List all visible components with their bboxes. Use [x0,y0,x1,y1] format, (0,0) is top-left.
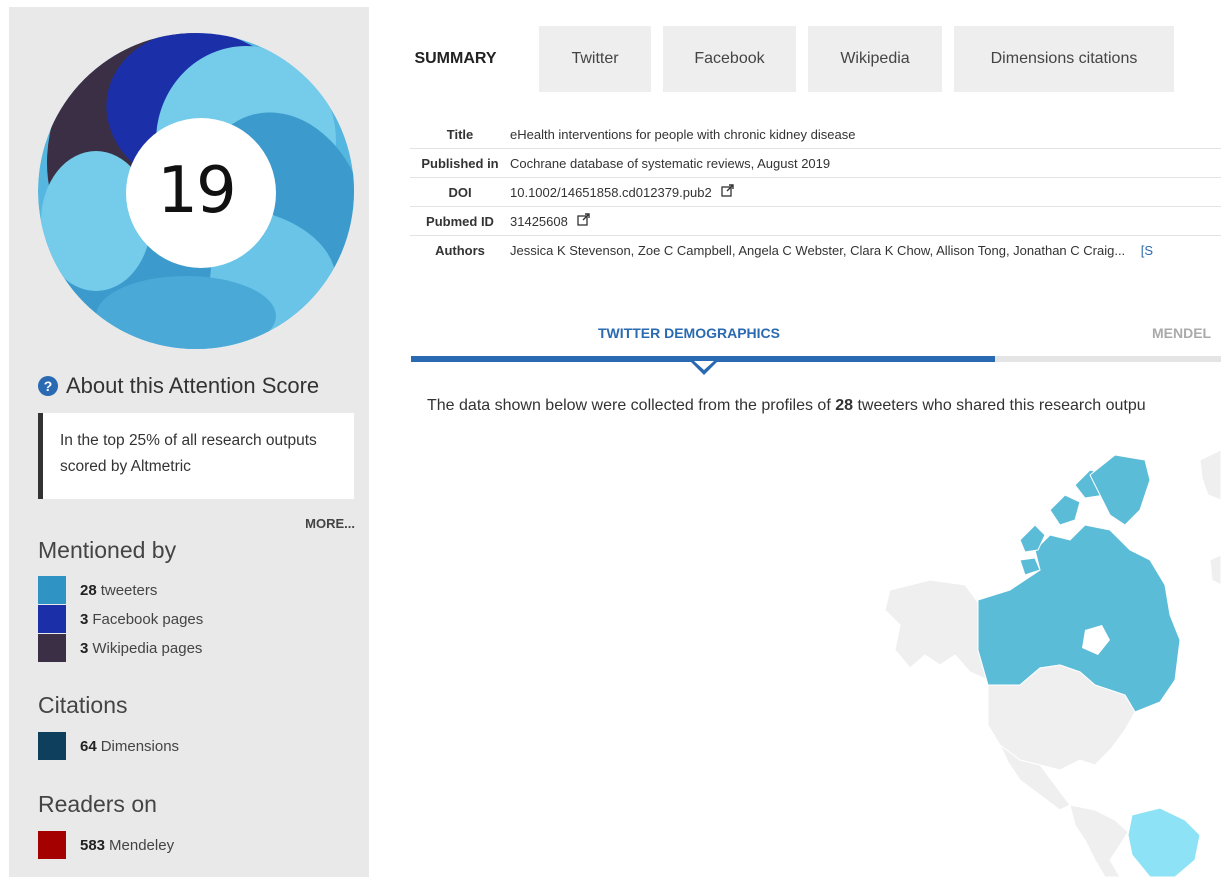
about-attention-score[interactable]: ? About this Attention Score [38,373,319,399]
dimensions-label: Dimensions [100,737,180,755]
external-link-icon[interactable] [721,184,735,200]
tab-twitter[interactable]: Twitter [539,26,651,92]
meta-row-doi: DOI 10.1002/14651858.cd012379.pub2 [410,178,1221,207]
question-icon[interactable]: ? [38,376,58,396]
doi-link[interactable]: 10.1002/14651858.cd012379.pub2 [510,185,712,200]
tab-twitter-demographics[interactable]: TWITTER DEMOGRAPHICS [598,325,780,341]
tweeters-swatch [38,576,66,604]
meta-row-published: Published in Cochrane database of system… [410,149,1221,178]
citation-row-dimensions[interactable]: 64 Dimensions [38,732,179,760]
about-attention-score-label: About this Attention Score [66,373,320,398]
published-in: Cochrane database of systematic reviews,… [510,155,831,171]
altmetric-donut[interactable]: 19 [36,31,356,351]
wikipedia-label: Wikipedia pages [92,639,203,657]
authors-list: Jessica K Stevenson, Zoe C Campbell, Ang… [510,243,1126,258]
attention-score-value: 19 [157,154,236,228]
mention-row-wikipedia[interactable]: 3 Wikipedia pages [38,634,202,662]
published-label: Published in [421,155,499,171]
wikipedia-count: 3 [80,639,89,657]
data-description: The data shown below were collected from… [427,397,1146,414]
pubmed-link[interactable]: 31425608 [510,214,568,229]
tweeters-label: tweeters [100,581,158,599]
mention-row-tweeters[interactable]: 28 tweeters [38,576,157,604]
tab-summary[interactable]: SUMMARY [384,26,527,92]
citations-title: Citations [38,692,128,718]
score-context-callout: In the top 25% of all research outputs s… [38,413,354,499]
authors-more-link[interactable]: [S [1141,243,1153,258]
wikipedia-swatch [38,634,66,662]
pubmed-label: Pubmed ID [426,213,494,229]
mention-row-facebook[interactable]: 3 Facebook pages [38,605,203,633]
mendeley-count: 583 [80,836,106,854]
demographics-tabs: TWITTER DEMOGRAPHICS MENDEL [411,320,1221,380]
article-title: eHealth interventions for people with ch… [510,126,856,142]
dimensions-swatch [38,732,66,760]
authors-label: Authors [435,243,485,258]
readers-title: Readers on [38,791,157,817]
facebook-swatch [38,605,66,633]
external-link-icon[interactable] [577,213,591,229]
tab-dimensions-citations[interactable]: Dimensions citations [954,26,1174,92]
mendeley-label: Mendeley [109,836,175,854]
meta-row-authors: Authors Jessica K Stevenson, Zoe C Campb… [410,236,1221,265]
more-link[interactable]: MORE... [305,516,355,531]
tweeter-count: 28 [835,397,854,414]
title-label: Title [446,126,474,142]
meta-row-pubmed: Pubmed ID 31425608 [410,207,1221,236]
reader-row-mendeley[interactable]: 583 Mendeley [38,831,174,859]
mendeley-swatch [38,831,66,859]
facebook-label: Facebook pages [92,610,204,628]
tab-facebook[interactable]: Facebook [663,26,796,92]
inactive-tab-track [995,356,1221,362]
facebook-count: 3 [80,610,89,628]
tweeters-count: 28 [80,581,97,599]
meta-row-title: Title eHealth interventions for people w… [410,120,1221,149]
attention-sidebar: 19 ? About this Attention Score In the t… [9,7,369,877]
world-map-graphic [884,449,1221,878]
twitter-demographics-map[interactable] [870,440,1221,878]
doi-label: DOI [448,184,472,200]
article-metadata: Title eHealth interventions for people w… [410,120,1221,265]
tab-mendeley[interactable]: MENDEL [1152,325,1211,341]
mentioned-by-title: Mentioned by [38,537,177,563]
tab-wikipedia[interactable]: Wikipedia [808,26,942,92]
dimensions-count: 64 [80,737,97,755]
details-tabs: SUMMARY Twitter Facebook Wikipedia Dimen… [384,26,1186,92]
